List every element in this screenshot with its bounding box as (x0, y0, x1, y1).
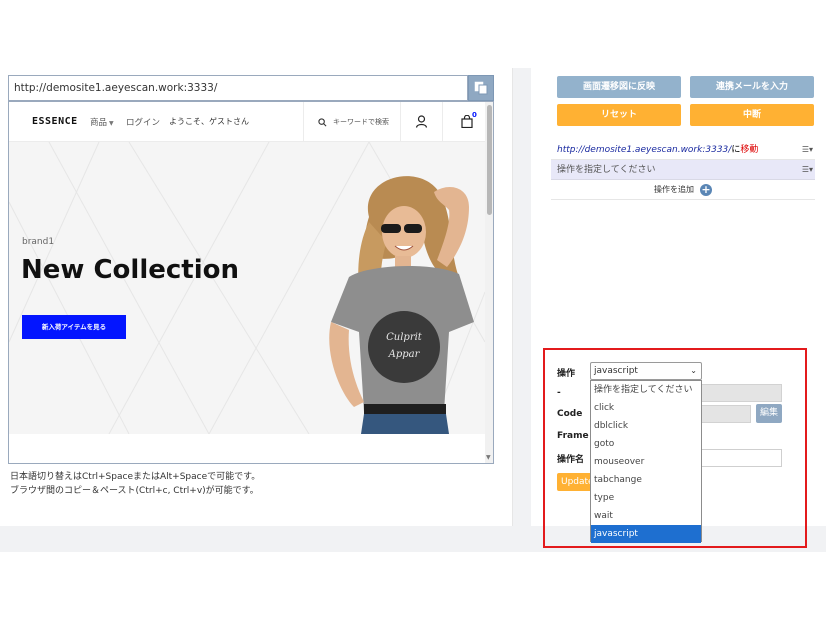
url-input[interactable]: http://demosite1.aeyescan.work:3333/ (8, 75, 468, 101)
scrollbar-thumb[interactable] (487, 105, 492, 215)
nav-products[interactable]: 商品 ▼ (90, 116, 114, 128)
reflect-diagram-button[interactable]: 画面遷移図に反映 (557, 76, 681, 98)
plus-icon: + (700, 182, 712, 196)
list-menu-icon[interactable]: ☰▾ (802, 140, 813, 160)
chevron-down-icon: ▼ (109, 120, 114, 127)
help-line-ime: 日本語切り替えはCtrl+SpaceまたはAlt+Spaceで可能です。 (10, 472, 261, 482)
user-icon[interactable] (415, 115, 428, 128)
help-text: 日本語切り替えはCtrl+SpaceまたはAlt+Spaceで可能です。 ブラウ… (10, 470, 260, 498)
app-root: http://demosite1.aeyescan.work:3333/ ESS… (0, 0, 826, 620)
copy-icon (474, 81, 488, 95)
help-line-copy: ブラウザ間のコピー＆ペースト(Ctrl+c, Ctrl+v)が可能です。 (10, 486, 259, 496)
nav-products-label: 商品 (90, 118, 108, 128)
model-photo: Culprit Appar (329, 176, 474, 434)
add-operation-button[interactable]: 操作を追加 + (551, 180, 815, 200)
search-placeholder: キーワードで検索 (333, 118, 389, 126)
reset-button[interactable]: リセット (557, 104, 681, 126)
operation-row-empty[interactable]: 操作を指定してください ☰▾ (551, 160, 815, 180)
welcome-text: ようこそ、ゲストさん (169, 117, 249, 126)
list-menu-icon[interactable]: ☰▾ (802, 160, 813, 180)
new-arrivals-button[interactable]: 新入荷アイテムを見る (22, 315, 126, 339)
search-icon (318, 118, 327, 127)
copy-url-button[interactable] (468, 75, 494, 101)
operation-url: http://demosite1.aeyescan.work:3333/ (557, 145, 732, 155)
hero-banner: Culprit Appar brand1 New Collection 新入荷ア… (9, 142, 485, 434)
cart-count-badge: 0 (472, 111, 477, 119)
cart-button[interactable]: 0 (442, 102, 485, 142)
hero-brand: brand1 (22, 237, 55, 247)
site-search[interactable]: キーワードで検索 (303, 102, 401, 142)
panel-gap (513, 68, 531, 526)
shirt-graphic-2: Appar (388, 349, 421, 360)
nav-login[interactable]: ログイン (126, 116, 160, 128)
hero-title: New Collection (21, 255, 239, 285)
shirt-graphic: Culprit (386, 332, 423, 343)
site-logo[interactable]: ESSENCE (32, 116, 78, 127)
operation-action: 移動 (740, 145, 759, 155)
operation-placeholder: 操作を指定してください (557, 165, 656, 175)
operation-particle: に (731, 145, 741, 155)
enter-mail-button[interactable]: 連携メールを入力 (690, 76, 814, 98)
site-header: ESSENCE 商品 ▼ ログイン ようこそ、ゲストさん キーワードで検索 0 (9, 102, 485, 142)
embedded-browser[interactable]: ESSENCE 商品 ▼ ログイン ようこそ、ゲストさん キーワードで検索 0 … (8, 101, 494, 464)
add-operation-label: 操作を追加 (654, 185, 694, 194)
operation-row-goto[interactable]: http://demosite1.aeyescan.work:3333/に移動 … (551, 140, 815, 160)
stop-button[interactable]: 中断 (690, 104, 814, 126)
highlight-box (543, 348, 807, 548)
scroll-down-icon[interactable]: ▼ (486, 454, 491, 461)
